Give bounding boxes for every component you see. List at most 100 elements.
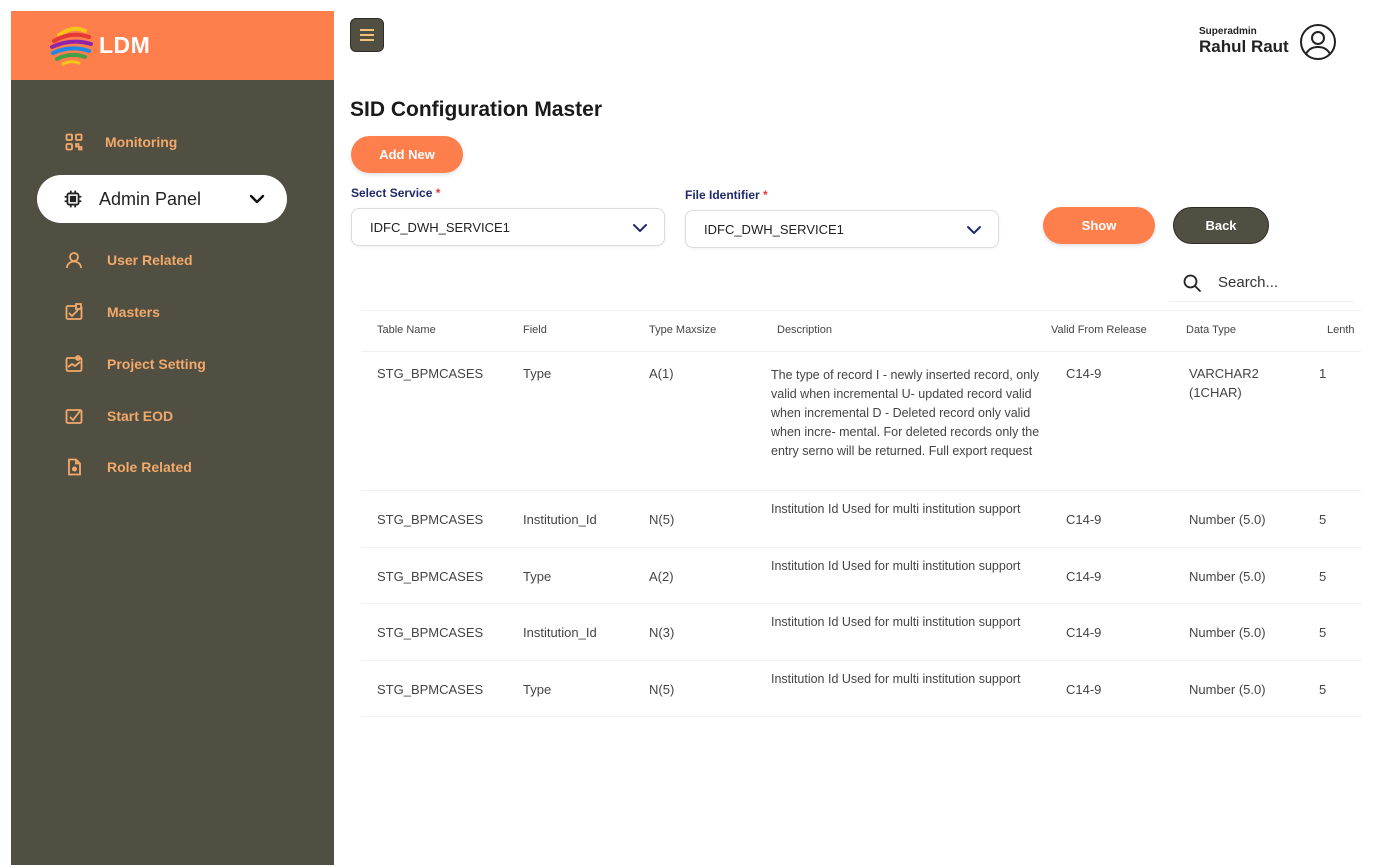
user-info[interactable]: Superadmin Rahul Raut (1199, 26, 1289, 57)
app-name: LDM (99, 32, 151, 58)
sidebar-item-label: Project Setting (107, 356, 206, 372)
cell-data-type: Number (5.0) (1189, 682, 1266, 697)
cell-description: The type of record I - newly inserted re… (771, 368, 1040, 458)
column-header[interactable]: Table Name (377, 324, 436, 336)
add-new-button[interactable]: Add New (351, 136, 463, 173)
required-mark: * (763, 188, 768, 202)
table-row[interactable]: STG_BPMCASES Type A(2) Institution Id Us… (361, 548, 1361, 604)
cell-length: 5 (1319, 569, 1327, 584)
cell-description: Institution Id Used for multi institutio… (771, 615, 1021, 629)
table-header: Table Name Field Type Maxsize Descriptio… (361, 310, 1361, 352)
sidebar-item-label: Start EOD (107, 408, 174, 424)
file-identifier-label: File Identifier * (685, 188, 768, 202)
document-icon (63, 456, 85, 478)
masters-icon (63, 301, 85, 323)
required-mark: * (435, 186, 441, 200)
user-icon (63, 249, 85, 271)
chevron-down-icon (633, 224, 647, 232)
column-header[interactable]: Valid From Release (1051, 324, 1147, 336)
menu-line (360, 34, 374, 36)
grid-icon (63, 131, 85, 153)
sidebar-item-label: User Related (107, 252, 193, 268)
back-button[interactable]: Back (1173, 207, 1269, 244)
ldm-logo-icon (50, 26, 93, 65)
user-name: Rahul Raut (1199, 37, 1289, 56)
cell-field: Type (523, 366, 552, 381)
select-service-label: Select Service * (351, 186, 440, 200)
sidebar-item-user-related[interactable]: User Related (63, 249, 193, 271)
sidebar-item-label: Admin Panel (99, 188, 202, 209)
column-header[interactable]: Type Maxsize (649, 324, 716, 336)
cell-type-maxsize: N(5) (649, 682, 675, 697)
cell-data-type: Number (5.0) (1189, 512, 1266, 527)
cell-valid-from: C14-9 (1066, 569, 1102, 584)
cell-description: Institution Id Used for multi institutio… (771, 559, 1021, 573)
cell-description: Institution Id Used for multi institutio… (771, 672, 1021, 686)
cell-valid-from: C14-9 (1066, 366, 1102, 381)
sidebar-item-label: Monitoring (105, 134, 178, 150)
file-identifier-label-text: File Identifier (685, 188, 760, 202)
table-row[interactable]: STG_BPMCASES Institution_Id N(3) Institu… (361, 604, 1361, 661)
sid-config-table: Table Name Field Type Maxsize Descriptio… (361, 310, 1361, 717)
search-icon (1183, 274, 1201, 292)
cell-valid-from: C14-9 (1066, 625, 1102, 640)
cell-length: 1 (1319, 366, 1327, 381)
chip-icon (63, 189, 83, 209)
sidebar: LDM Monitoring Admin Panel User Related (11, 11, 334, 865)
menu-line (360, 39, 374, 41)
search-input[interactable] (1218, 274, 1338, 291)
sidebar-item-role-related[interactable]: Role Related (63, 456, 192, 478)
cell-valid-from: C14-9 (1066, 682, 1102, 697)
select-service-dropdown[interactable]: IDFC_DWH_SERVICE1 (351, 208, 665, 246)
user-avatar-icon[interactable] (1299, 23, 1337, 61)
cell-length: 5 (1319, 625, 1327, 640)
hamburger-menu-button[interactable] (350, 18, 384, 52)
select-service-label-text: Select Service (351, 186, 433, 200)
chevron-down-icon[interactable] (247, 189, 267, 209)
brand-header: LDM (11, 11, 334, 80)
cell-table-name: STG_BPMCASES (377, 512, 484, 527)
sidebar-item-start-eod[interactable]: Start EOD (63, 405, 173, 427)
cell-field: Type (523, 682, 552, 697)
column-header[interactable]: Field (523, 324, 547, 336)
sidebar-item-masters[interactable]: Masters (63, 301, 160, 323)
cell-length: 5 (1319, 682, 1327, 697)
cell-data-type: Number (5.0) (1189, 569, 1266, 584)
user-role: Superadmin (1199, 26, 1257, 37)
menu-line (360, 29, 374, 31)
cell-table-name: STG_BPMCASES (377, 682, 484, 697)
cell-data-type: Number (5.0) (1189, 625, 1266, 640)
cell-valid-from: C14-9 (1066, 512, 1102, 527)
cell-table-name: STG_BPMCASES (377, 366, 484, 381)
cell-description: Institution Id Used for multi institutio… (771, 502, 1021, 516)
sidebar-item-monitoring[interactable]: Monitoring (63, 131, 177, 153)
column-header[interactable]: Lenth (1327, 324, 1355, 336)
select-service-value: IDFC_DWH_SERVICE1 (370, 219, 510, 235)
file-identifier-dropdown[interactable]: IDFC_DWH_SERVICE1 (685, 210, 999, 248)
project-setting-icon (63, 353, 85, 375)
table-row[interactable]: STG_BPMCASES Institution_Id N(5) Institu… (361, 491, 1361, 548)
cell-data-type: VARCHAR2 (1CHAR) (1189, 366, 1259, 400)
show-button[interactable]: Show (1043, 207, 1155, 244)
cell-table-name: STG_BPMCASES (377, 625, 484, 640)
column-header[interactable]: Description (777, 324, 832, 336)
cell-table-name: STG_BPMCASES (377, 569, 484, 584)
cell-type-maxsize: N(5) (649, 512, 675, 527)
cell-field: Institution_Id (523, 625, 597, 640)
start-eod-icon (63, 405, 85, 427)
cell-field: Institution_Id (523, 512, 597, 527)
cell-length: 5 (1319, 512, 1327, 527)
cell-type-maxsize: N(3) (649, 625, 675, 640)
sidebar-item-project-setting[interactable]: Project Setting (63, 353, 206, 375)
column-header[interactable]: Data Type (1186, 324, 1236, 336)
sidebar-item-label: Masters (107, 304, 160, 320)
sidebar-item-label: Role Related (107, 459, 192, 475)
table-row[interactable]: STG_BPMCASES Type A(1) The type of recor… (361, 352, 1361, 491)
table-row[interactable]: STG_BPMCASES Type N(5) Institution Id Us… (361, 661, 1361, 717)
sidebar-item-admin-panel[interactable]: Admin Panel (37, 175, 287, 223)
cell-field: Type (523, 569, 552, 584)
chevron-down-icon (967, 226, 981, 234)
file-identifier-value: IDFC_DWH_SERVICE1 (704, 221, 844, 237)
search-box[interactable] (1170, 264, 1354, 302)
cell-type-maxsize: A(1) (649, 366, 674, 381)
